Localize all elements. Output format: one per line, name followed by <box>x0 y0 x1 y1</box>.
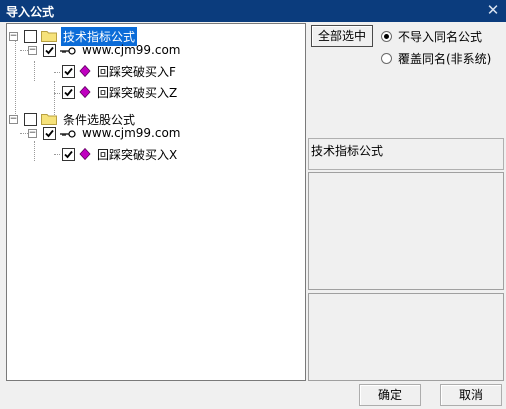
tree-node-checkbox[interactable] <box>62 147 75 161</box>
tree-node-label[interactable]: www.cjm99.com <box>80 125 183 141</box>
ok-button[interactable]: 确定 <box>359 384 421 406</box>
tree-node-label[interactable]: 回踩突破买入F <box>95 62 178 81</box>
radio-overwrite-label: 覆盖同名(非系统) <box>398 52 492 66</box>
tree-node-site[interactable]: − www.cjm99.com <box>28 40 183 60</box>
collapse-icon[interactable]: − <box>9 31 18 41</box>
tree-connector <box>54 72 60 73</box>
tree-node-checkbox[interactable] <box>43 126 56 140</box>
select-all-button[interactable]: 全部选中 <box>311 25 373 47</box>
collapse-icon[interactable]: − <box>9 114 18 124</box>
radio-overwrite-duplicates[interactable]: 覆盖同名(非系统) <box>381 50 491 67</box>
tree-connector <box>54 154 60 155</box>
collapse-icon[interactable]: − <box>28 128 37 138</box>
tree-node-label[interactable]: www.cjm99.com <box>80 42 183 58</box>
formula-detail-panel <box>308 172 504 290</box>
tree-connector <box>34 141 35 161</box>
radio-skip-duplicates[interactable]: 不导入同名公式 <box>381 28 482 45</box>
tree-node-checkbox[interactable] <box>43 43 56 57</box>
tree-connector <box>34 61 35 81</box>
title-bar: 导入公式 ✕ <box>0 0 506 22</box>
formula-diamond-icon <box>79 64 91 78</box>
radio-unselected-icon[interactable] <box>381 53 392 64</box>
tree-node-label[interactable]: 回踩突破买入Z <box>95 83 179 102</box>
tree-node-formula[interactable]: 回踩突破买入X <box>62 144 179 164</box>
radio-skip-label: 不导入同名公式 <box>398 30 483 44</box>
tree-node-site[interactable]: − www.cjm99.com <box>28 123 183 143</box>
formula-diamond-icon <box>79 85 91 99</box>
cancel-button[interactable]: 取消 <box>440 384 502 406</box>
key-icon <box>60 45 76 55</box>
formula-category-label: 技术指标公式 <box>308 138 504 170</box>
tree-node-formula[interactable]: 回踩突破买入F <box>62 61 178 81</box>
tree-connector <box>54 93 60 94</box>
window-title: 导入公式 <box>6 5 55 19</box>
formula-description-panel <box>308 293 504 381</box>
tree-node-label[interactable]: 回踩突破买入X <box>95 145 179 164</box>
tree-node-checkbox[interactable] <box>62 64 75 78</box>
formula-diamond-icon <box>79 147 91 161</box>
tree-connector <box>15 40 16 120</box>
tree-node-checkbox[interactable] <box>62 85 75 99</box>
close-icon[interactable]: ✕ <box>484 1 502 19</box>
radio-selected-icon[interactable] <box>381 31 392 42</box>
collapse-icon[interactable]: − <box>28 45 37 55</box>
tree-node-formula[interactable]: 回踩突破买入Z <box>62 82 179 102</box>
formula-tree[interactable]: − 技术指标公式 − www.cjm99.com 回踩突破买入F 回踩突破买入Z… <box>6 23 306 381</box>
key-icon <box>60 128 76 138</box>
